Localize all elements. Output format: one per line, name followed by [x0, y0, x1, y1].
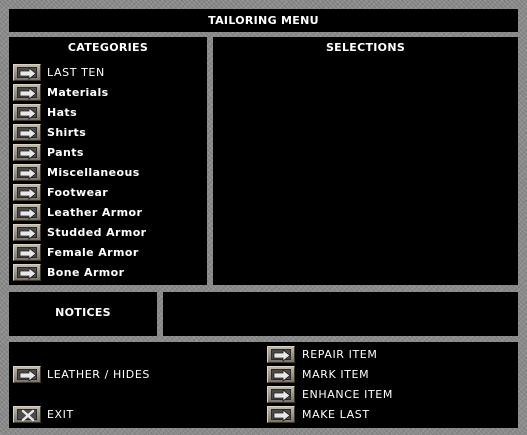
- category-row: Female Armor: [13, 244, 203, 262]
- arrow-right-icon: [273, 389, 291, 402]
- action-label: ENHANCE ITEM: [302, 388, 393, 401]
- category-button[interactable]: [13, 104, 41, 121]
- category-label: Miscellaneous: [47, 166, 140, 179]
- category-label: Footwear: [47, 186, 109, 199]
- category-row: Footwear: [13, 184, 203, 202]
- category-label: Pants: [47, 146, 84, 159]
- category-label: LAST TEN: [47, 66, 105, 79]
- arrow-right-icon: [19, 247, 37, 260]
- category-label: Leather Armor: [47, 206, 143, 219]
- action-button[interactable]: [267, 386, 295, 403]
- category-button[interactable]: [13, 184, 41, 201]
- material-row: LEATHER / HIDES: [13, 366, 213, 384]
- category-row: Leather Armor: [13, 204, 203, 222]
- category-button[interactable]: [13, 84, 41, 101]
- action-button[interactable]: [267, 346, 295, 363]
- categories-header: CATEGORIES: [67, 41, 149, 54]
- arrow-right-icon: [19, 127, 37, 140]
- category-row: Pants: [13, 144, 203, 162]
- categories-panel: CATEGORIES LAST TEN Materials Hats Shirts Pa…: [9, 37, 207, 285]
- tailoring-gump-frame: TAILORING MENU CATEGORIES LAST TEN Materi…: [0, 0, 527, 435]
- action-button[interactable]: [267, 366, 295, 383]
- exit-button[interactable]: [13, 406, 41, 423]
- category-button[interactable]: [13, 224, 41, 241]
- selections-panel: SELECTIONS: [213, 37, 518, 285]
- material-select-button[interactable]: [13, 366, 41, 383]
- category-row: LAST TEN: [13, 64, 203, 82]
- category-label: Studded Armor: [47, 226, 147, 239]
- arrow-right-icon: [19, 369, 37, 382]
- exit-label: EXIT: [47, 408, 74, 421]
- arrow-right-icon: [273, 409, 291, 422]
- exit-row: EXIT: [13, 406, 133, 424]
- arrow-right-icon: [19, 207, 37, 220]
- action-row: MAKE LAST: [267, 406, 507, 424]
- category-button[interactable]: [13, 264, 41, 281]
- category-row: Materials: [13, 84, 203, 102]
- action-label: MAKE LAST: [302, 408, 370, 421]
- category-row: Bone Armor: [13, 264, 203, 282]
- category-label: Hats: [47, 106, 78, 119]
- category-button[interactable]: [13, 164, 41, 181]
- category-button[interactable]: [13, 144, 41, 161]
- category-label: Female Armor: [47, 246, 139, 259]
- x-close-icon: [21, 409, 35, 422]
- category-label: Shirts: [47, 126, 87, 139]
- category-row: Shirts: [13, 124, 203, 142]
- action-label: MARK ITEM: [302, 368, 370, 381]
- action-row: REPAIR ITEM: [267, 346, 507, 364]
- action-button[interactable]: [267, 406, 295, 423]
- arrow-right-icon: [273, 349, 291, 362]
- material-label: LEATHER / HIDES: [47, 368, 150, 381]
- action-label: REPAIR ITEM: [302, 348, 378, 361]
- category-row: Studded Armor: [13, 224, 203, 242]
- category-button[interactable]: [13, 124, 41, 141]
- action-row: ENHANCE ITEM: [267, 386, 507, 404]
- selections-header: SELECTIONS: [325, 41, 406, 54]
- arrow-right-icon: [19, 227, 37, 240]
- notices-label-panel: NOTICES: [9, 292, 157, 336]
- category-button[interactable]: [13, 64, 41, 81]
- action-row: MARK ITEM: [267, 366, 507, 384]
- notices-message-panel: [163, 292, 518, 336]
- category-button[interactable]: [13, 244, 41, 261]
- arrow-right-icon: [19, 107, 37, 120]
- title-bar: TAILORING MENU: [9, 9, 518, 32]
- category-button[interactable]: [13, 204, 41, 221]
- arrow-right-icon: [19, 167, 37, 180]
- notices-header: NOTICES: [55, 306, 111, 319]
- category-label: Materials: [47, 86, 109, 99]
- bottom-panel: LEATHER / HIDES EXIT REPAIR ITEM MARK ITE…: [9, 342, 518, 428]
- arrow-right-icon: [19, 87, 37, 100]
- arrow-right-icon: [19, 267, 37, 280]
- arrow-right-icon: [19, 187, 37, 200]
- arrow-right-icon: [273, 369, 291, 382]
- category-row: Hats: [13, 104, 203, 122]
- window-title: TAILORING MENU: [208, 14, 319, 27]
- category-label: Bone Armor: [47, 266, 125, 279]
- category-row: Miscellaneous: [13, 164, 203, 182]
- arrow-right-icon: [19, 147, 37, 160]
- arrow-right-icon: [19, 67, 37, 80]
